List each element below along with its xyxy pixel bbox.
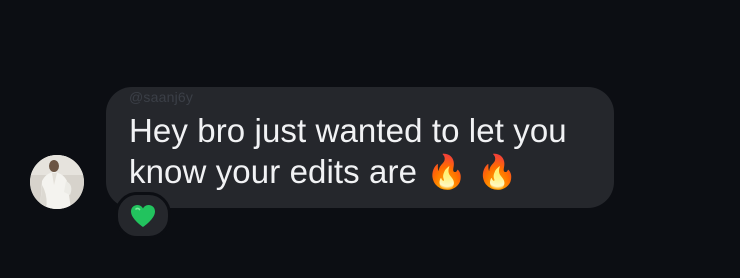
sender-avatar[interactable]	[30, 155, 84, 209]
green-heart-icon	[131, 204, 155, 227]
message-text-body: Hey bro just wanted to let you know your…	[129, 112, 567, 190]
avatar-photo-icon	[30, 155, 84, 209]
message-text: Hey bro just wanted to let you know your…	[129, 110, 599, 192]
chat-view: @saanj6y Hey bro just wanted to let you …	[0, 0, 740, 278]
reaction-badge[interactable]	[115, 192, 171, 239]
sender-username: @saanj6y	[129, 89, 194, 105]
